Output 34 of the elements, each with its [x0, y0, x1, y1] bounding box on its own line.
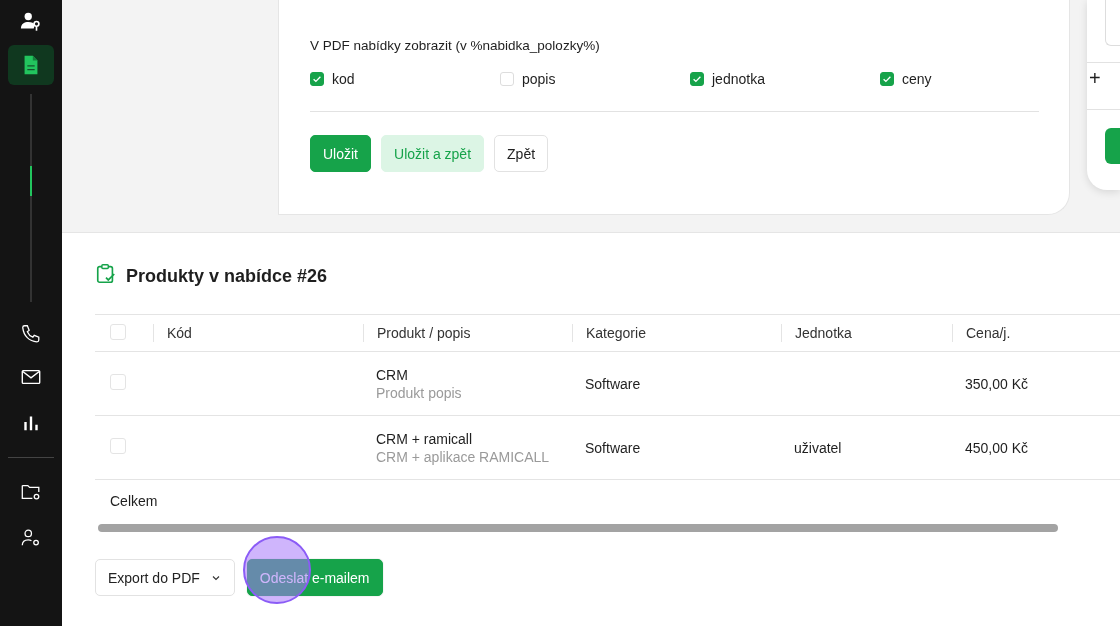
table-cell: Software [585, 439, 641, 456]
table-cell: Software [585, 375, 641, 392]
column-header[interactable]: Produkt / popis [363, 324, 572, 342]
table-cell: 350,00 Kč [965, 375, 1029, 392]
total-label: Celkem [110, 493, 158, 509]
export-dropdown[interactable]: Export do PDF [95, 559, 235, 596]
scrollbar[interactable] [98, 524, 1058, 532]
column-header[interactable]: Kód [153, 324, 363, 342]
add-button[interactable]: + [1089, 63, 1103, 93]
checkbox[interactable] [690, 72, 704, 86]
clipboard-check-icon [95, 263, 117, 285]
sidebar-item[interactable] [8, 45, 54, 85]
back-button[interactable]: Zpět [494, 135, 549, 172]
table-cell: 450,00 Kč [965, 439, 1029, 456]
product-name: CRM + ramicall [376, 430, 474, 447]
options-label: V PDF nabídky zobrazit (v %nabidka_polozky%) [310, 38, 601, 53]
checkbox[interactable] [310, 72, 324, 86]
column-header[interactable]: Kategorie [572, 324, 781, 342]
column-header[interactable]: Jednotka [781, 324, 952, 342]
input-field[interactable] [1105, 0, 1120, 46]
section-title: Produkty v nabídce #26 [126, 266, 328, 287]
product-description: CRM + aplikace RAMICALL [376, 448, 551, 465]
column-header[interactable]: Cena/j. [952, 324, 1120, 342]
primary-button[interactable] [1105, 128, 1120, 164]
user-key-icon [20, 11, 42, 33]
product-name: CRM [376, 366, 409, 383]
phone-icon [20, 323, 42, 345]
checkbox-label: popis [522, 71, 556, 87]
checkbox[interactable] [880, 72, 894, 86]
product-description: Produkt popis [376, 384, 463, 401]
checkbox-label: ceny [902, 71, 932, 87]
table-cell: uživatel [794, 439, 842, 456]
checkbox-label: jednotka [712, 71, 765, 87]
checkbox-label: kod [332, 71, 355, 87]
